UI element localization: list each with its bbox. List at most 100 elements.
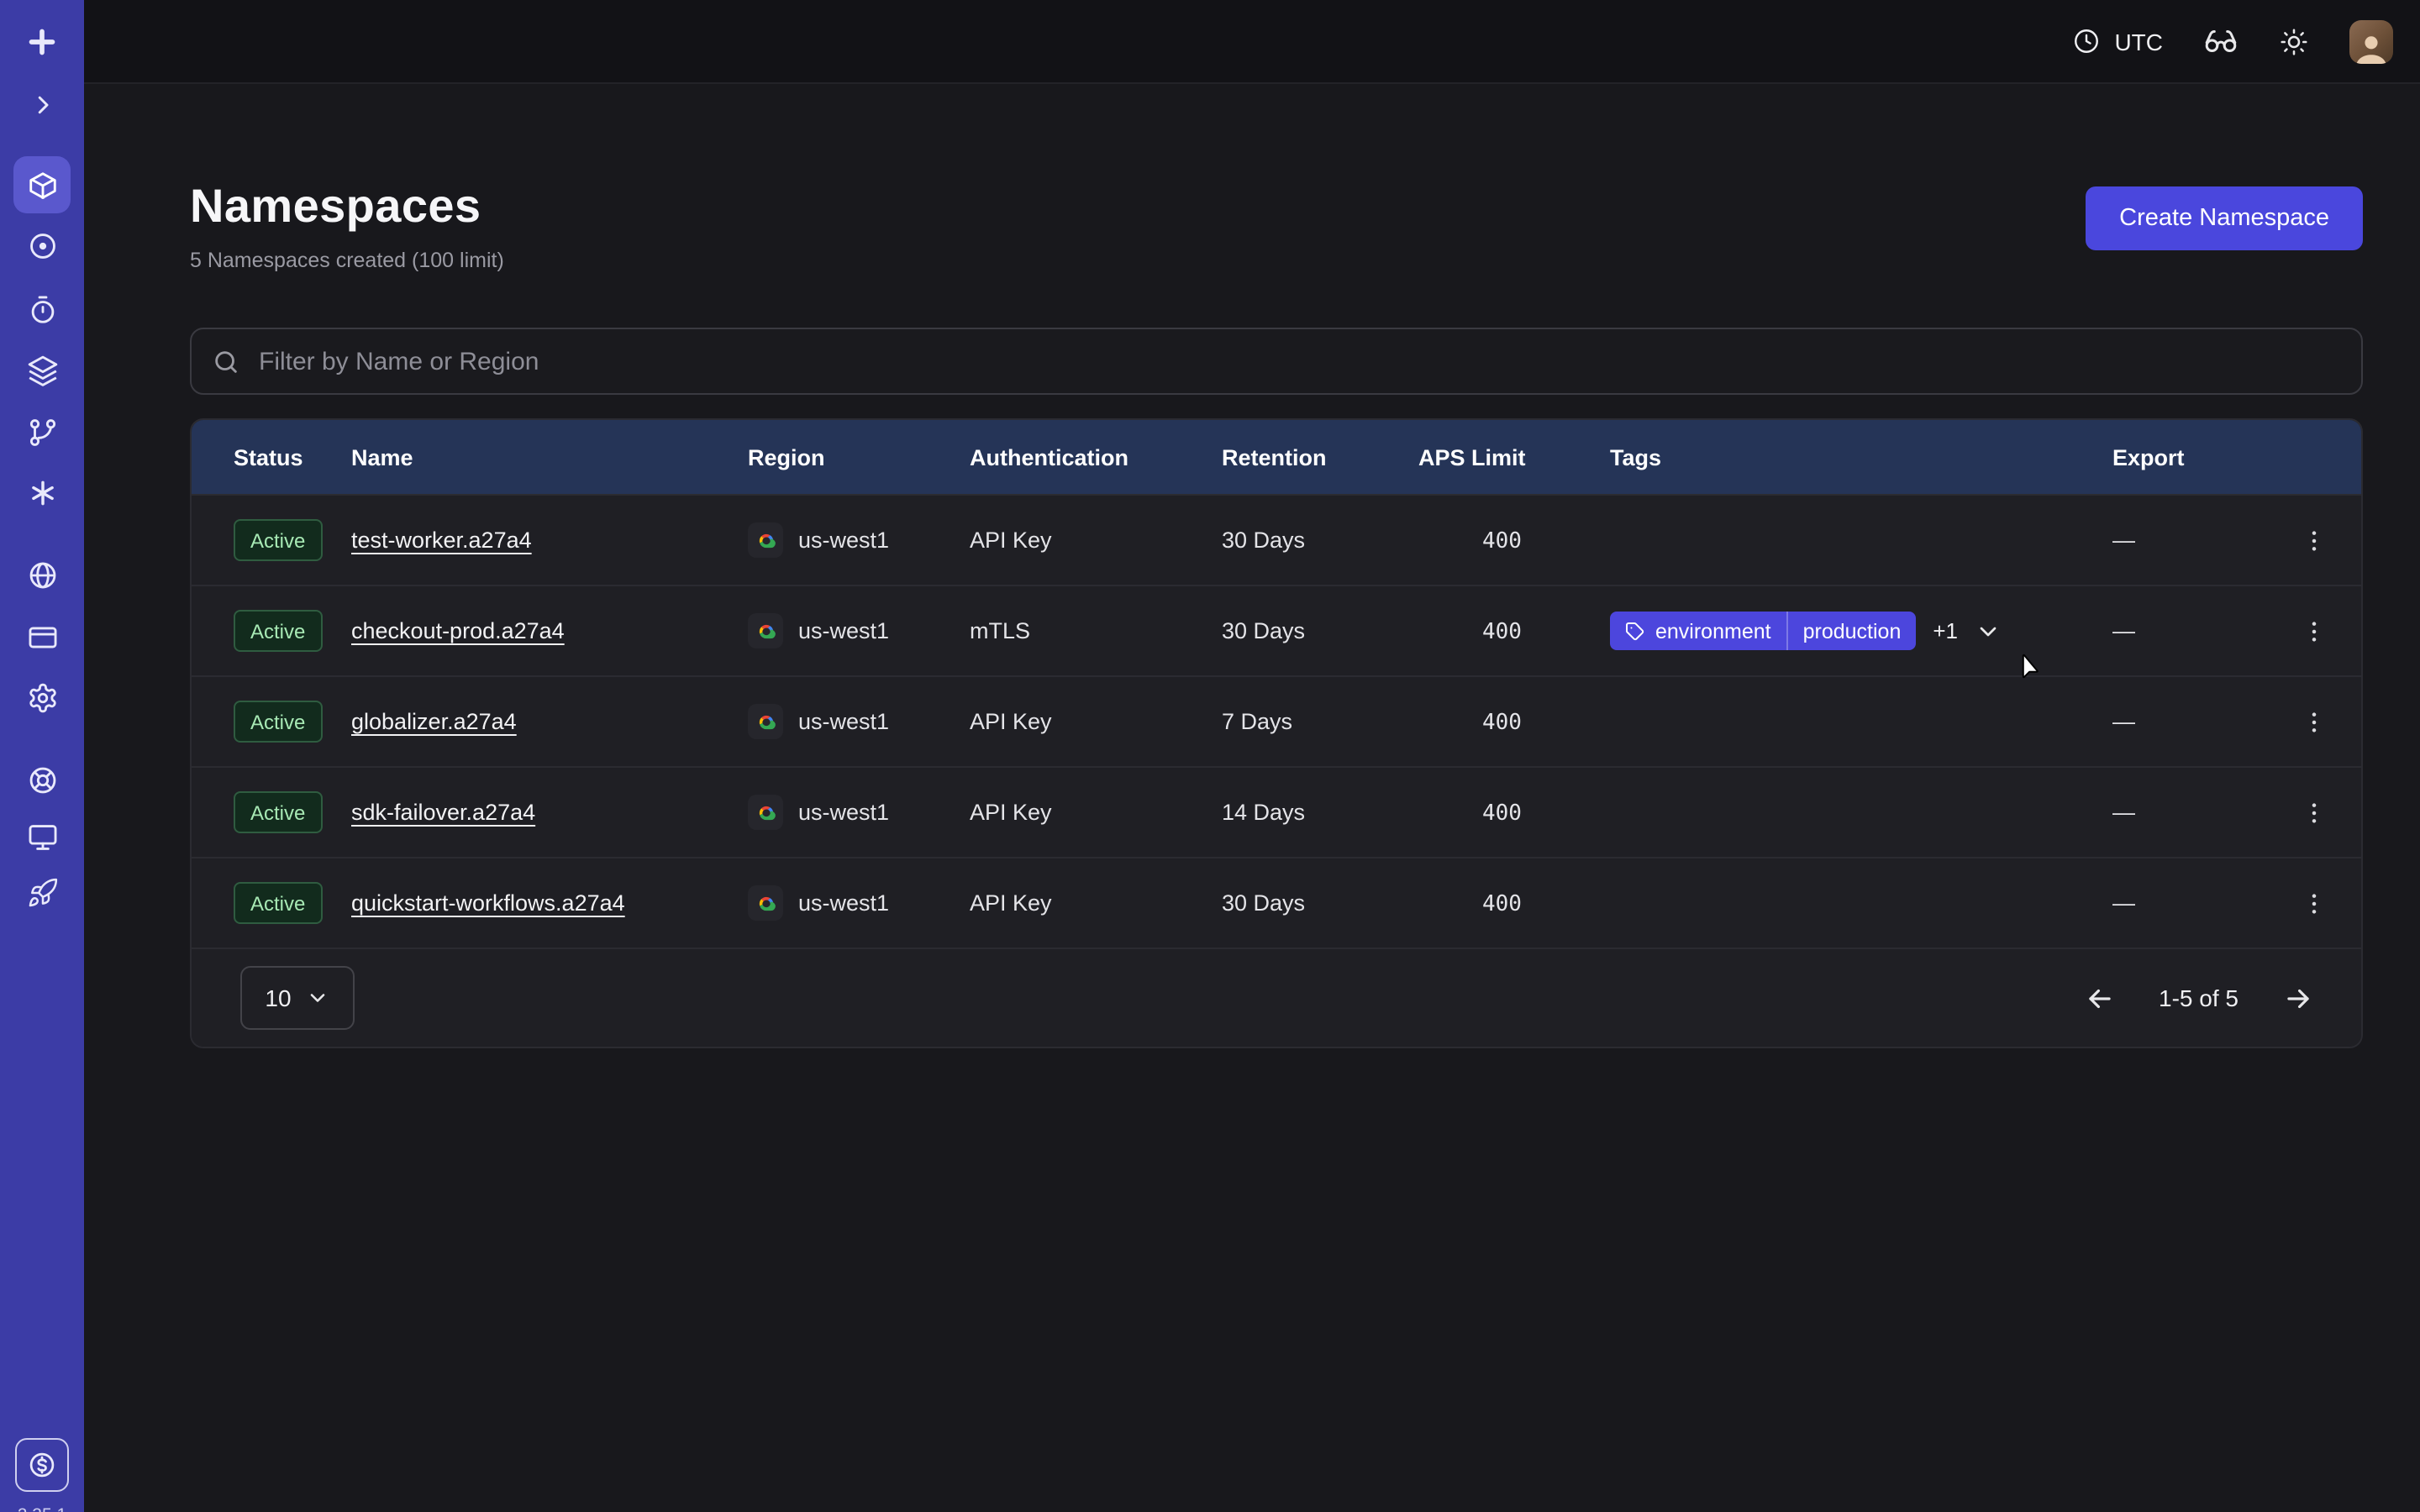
branch-icon [26,416,58,448]
namespace-link[interactable]: globalizer.a27a4 [351,709,517,734]
aps-limit-value: 400 [1418,528,1522,554]
credit-card-icon [26,621,58,653]
aps-limit-value: 400 [1418,891,1522,916]
sidebar-item-schedules[interactable] [13,281,71,338]
row-actions-menu[interactable] [2267,527,2361,554]
sidebar-item-namespaces[interactable] [13,156,71,213]
status-badge: Active [234,882,322,924]
page-size-value: 10 [265,984,291,1011]
filter-input[interactable] [255,345,2341,377]
sidebar-item-nexus[interactable] [13,464,71,521]
namespace-link[interactable]: quickstart-workflows.a27a4 [351,890,625,916]
namespace-count-subtitle: 5 Namespaces created (100 limit) [190,249,504,272]
auth-label: API Key [970,709,1222,734]
sidebar-item-deployments[interactable] [13,341,71,398]
rocket-icon [26,876,58,908]
main-content: Namespaces 5 Namespaces created (100 lim… [84,84,2420,1512]
arrow-right-icon [2282,982,2314,1014]
app-version: 2.35.1 [0,1505,84,1512]
person-silhouette-icon [2353,33,2390,63]
aps-limit-value: 400 [1418,801,1522,826]
auth-label: API Key [970,528,1222,553]
row-actions-menu[interactable] [2267,799,2361,826]
create-namespace-button[interactable]: Create Namespace [2086,186,2363,250]
region-label: us-west1 [798,618,889,643]
status-badge: Active [234,791,322,833]
timezone-selector[interactable]: UTC [2072,27,2163,55]
sidebar-item-workflows[interactable] [13,217,71,274]
tags-more-count: +1 [1933,618,1958,643]
timer-icon [26,293,58,325]
sidebar-item-batch-operations[interactable] [13,403,71,460]
column-header-aps-limit: APS Limit [1418,444,1610,470]
labs-glasses-icon[interactable] [2203,24,2238,59]
gcp-cloud-icon [748,885,783,921]
export-value: — [2070,528,2267,553]
topbar: UTC [84,0,2420,84]
column-header-region: Region [748,444,970,470]
cube-icon [26,169,58,201]
namespace-link[interactable]: checkout-prod.a27a4 [351,618,565,643]
sidebar-item-billing[interactable] [13,608,71,665]
region-label: us-west1 [798,709,889,734]
tag-chip[interactable]: environment production [1610,612,1916,650]
retention-label: 14 Days [1222,800,1418,825]
aps-limit-value: 400 [1418,619,1522,644]
auth-label: API Key [970,800,1222,825]
tag-icon [1625,621,1645,641]
temporal-logo-icon[interactable] [13,13,71,71]
user-avatar[interactable] [2349,19,2393,63]
timezone-label: UTC [2114,28,2163,55]
sidebar-item-docs[interactable] [13,808,71,865]
table-header-row: Status Name Region Authentication Retent… [192,420,2361,494]
usage-badge[interactable] [15,1438,69,1492]
globe-icon [26,559,58,591]
theme-toggle-sun-icon[interactable] [2279,26,2309,56]
column-header-name: Name [351,444,748,470]
page-size-select[interactable]: 10 [240,966,355,1030]
asterisk-icon [26,476,58,508]
clock-icon [2072,27,2101,55]
tags-expand-chevron-icon[interactable] [1975,617,2002,644]
tag-value: production [1788,612,1917,650]
sidebar-item-support[interactable] [13,751,71,808]
export-value: — [2070,618,2267,643]
sidebar-item-regions[interactable] [13,546,71,603]
pagination-range: 1-5 of 5 [2159,984,2238,1011]
sidebar: 2.35.1 [0,0,84,1512]
arrow-left-icon [2083,982,2115,1014]
search-icon [212,347,240,375]
gcp-cloud-icon [748,613,783,648]
sidebar-item-settings[interactable] [13,669,71,726]
sidebar-expand-chevron-icon[interactable] [13,76,71,133]
status-badge: Active [234,519,322,561]
gcp-cloud-icon [748,522,783,558]
row-actions-menu[interactable] [2267,890,2361,916]
next-page-button[interactable] [2282,982,2314,1014]
table-row: Active test-worker.a27a4 us-west1 API Ke… [192,494,2361,585]
page-title: Namespaces [190,178,504,235]
namespace-link[interactable]: test-worker.a27a4 [351,528,532,553]
table-row: Active sdk-failover.a27a4 us-west1 API K… [192,766,2361,857]
monitor-icon [26,821,58,853]
kebab-icon [2301,527,2328,554]
chevron-down-icon [307,986,330,1010]
row-actions-menu[interactable] [2267,708,2361,735]
status-badge: Active [234,701,322,743]
namespace-link[interactable]: sdk-failover.a27a4 [351,800,535,825]
export-value: — [2070,709,2267,734]
sidebar-item-getting-started[interactable] [13,864,71,921]
gear-icon [26,681,58,713]
retention-label: 30 Days [1222,528,1418,553]
auth-label: mTLS [970,618,1222,643]
auth-label: API Key [970,890,1222,916]
row-actions-menu[interactable] [2267,617,2361,644]
gcp-cloud-icon [748,704,783,739]
namespaces-table: Status Name Region Authentication Retent… [190,418,2363,1048]
table-row: Active globalizer.a27a4 us-west1 API Key… [192,675,2361,766]
app-window: 2.35.1 UTC Namespaces 5 Namespaces creat… [0,0,2420,1512]
column-header-export: Export [2070,444,2267,470]
tag-key: environment [1655,619,1771,643]
prev-page-button[interactable] [2083,982,2115,1014]
table-footer: 10 1-5 of 5 [192,948,2361,1047]
